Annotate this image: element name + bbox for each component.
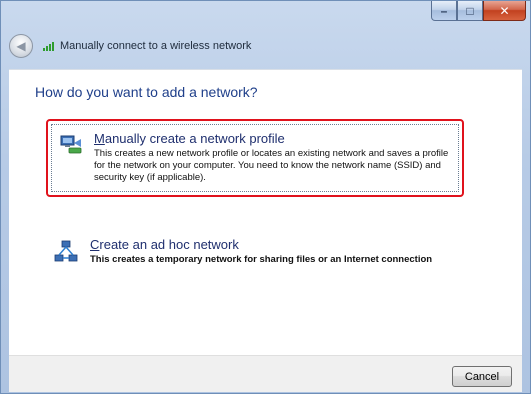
option-manual-profile[interactable]: Manually create a network profile This c…	[46, 119, 464, 197]
option-manual-profile-title-text: anually create a network profile	[104, 131, 285, 146]
option-ad-hoc-description: This creates a temporary network for sha…	[90, 254, 433, 265]
option-manual-profile-title: Manually create a network profile	[94, 131, 285, 146]
back-button[interactable]: ◀	[9, 34, 33, 58]
caption-buttons: – □ ✕	[431, 1, 526, 21]
minimize-button[interactable]: –	[431, 1, 457, 21]
maximize-button[interactable]: □	[457, 1, 483, 21]
option-ad-hoc-title: Create an ad hoc network	[90, 237, 239, 252]
option-ad-hoc-title-text: reate an ad hoc network	[99, 237, 239, 252]
close-button[interactable]: ✕	[483, 1, 526, 21]
wireless-signal-icon	[43, 41, 54, 51]
wizard-header: ◀ Manually connect to a wireless network	[9, 31, 522, 61]
network-profile-icon	[60, 135, 82, 154]
option-manual-profile-description: This creates a new network profile or lo…	[94, 148, 449, 183]
wizard-footer: Cancel	[9, 355, 522, 392]
option-focus-rect: Manually create a network profile This c…	[51, 124, 459, 192]
option-ad-hoc[interactable]: Create an ad hoc network This creates a …	[46, 234, 464, 274]
cancel-button[interactable]: Cancel	[452, 366, 512, 387]
wizard-window: – □ ✕ ◀ Manually connect to a wireless n…	[0, 0, 531, 394]
page-heading: How do you want to add a network?	[35, 84, 258, 100]
accesskey-m: M	[94, 131, 105, 146]
wizard-title: Manually connect to a wireless network	[60, 40, 252, 52]
ad-hoc-network-icon	[54, 240, 78, 262]
back-arrow-icon: ◀	[16, 39, 26, 53]
wizard-content: How do you want to add a network? Manual…	[9, 69, 522, 356]
accesskey-c: C	[90, 237, 100, 252]
